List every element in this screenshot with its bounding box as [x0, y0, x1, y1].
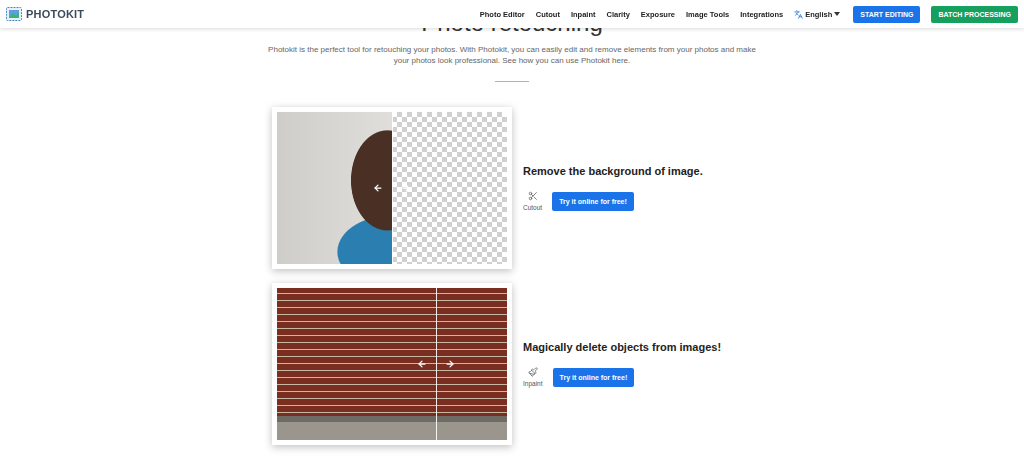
arrow-left-icon — [417, 359, 427, 369]
arrow-left-icon — [373, 183, 383, 193]
image-card — [272, 107, 512, 269]
caret-icon — [834, 12, 840, 16]
nav-link[interactable]: Inpaint — [571, 10, 596, 19]
nav-link[interactable]: Integrations — [740, 10, 783, 19]
nav-bar: PHOTOKIT Photo Editor Cutout Inpaint Clarity… — [0, 0, 1024, 28]
nav-button[interactable]: START EDITING — [853, 6, 920, 23]
logo-text[interactable]: PHOTOKIT — [26, 8, 84, 20]
compare-line[interactable] — [436, 288, 437, 440]
preview-photo[interactable] — [277, 112, 507, 264]
image-card — [272, 283, 512, 445]
brush-icon — [528, 367, 538, 377]
nav-link[interactable]: Cutout — [536, 10, 560, 19]
feature-info: Remove the background of image. Cutout Try… — [523, 165, 703, 211]
nav-button[interactable]: BATCH PROCESSING — [931, 6, 1018, 23]
translate-icon — [794, 10, 803, 19]
compare-handle[interactable] — [417, 359, 455, 369]
divider — [495, 81, 529, 82]
compare-handle[interactable] — [373, 183, 411, 193]
nav-link[interactable]: Image Tools — [686, 10, 729, 19]
language-select[interactable]: English — [794, 10, 840, 19]
feature-title: Remove the background of image. — [523, 165, 703, 177]
nav-link[interactable]: Photo Editor — [480, 10, 525, 19]
feature-info: Magically delete objects from images! Inp… — [523, 341, 721, 387]
preview-photo[interactable] — [277, 288, 507, 440]
tool-row: Inpaint Try it online for free! — [523, 367, 721, 387]
try-button[interactable]: Try it online for free! — [553, 368, 635, 387]
feature-row: Magically delete objects from images! Inp… — [272, 283, 752, 445]
compare-line[interactable] — [392, 112, 393, 264]
tool-link[interactable]: Cutout — [523, 191, 542, 211]
feature-row: Remove the background of image. Cutout Try… — [272, 107, 752, 269]
hero-description: Photokit is the perfect tool for retouch… — [267, 44, 757, 66]
try-button[interactable]: Try it online for free! — [552, 192, 634, 211]
nav-link[interactable]: Clarity — [606, 10, 629, 19]
tool-row: Cutout Try it online for free! — [523, 191, 703, 211]
scissors-icon — [528, 191, 538, 201]
logo-icon — [6, 7, 22, 21]
nav-links: Photo Editor Cutout Inpaint Clarity Exposure… — [480, 6, 1018, 23]
page: Photo retouchingPhotokit is the perfect … — [0, 0, 1024, 445]
logo[interactable]: PHOTOKIT — [6, 7, 84, 21]
nav-link[interactable]: Exposure — [641, 10, 675, 19]
arrow-right-icon — [401, 183, 411, 193]
feature-title: Magically delete objects from images! — [523, 341, 721, 353]
feature-list: Remove the background of image. Cutout Try… — [272, 107, 752, 445]
tool-link[interactable]: Inpaint — [523, 367, 543, 387]
arrow-right-icon — [445, 359, 455, 369]
